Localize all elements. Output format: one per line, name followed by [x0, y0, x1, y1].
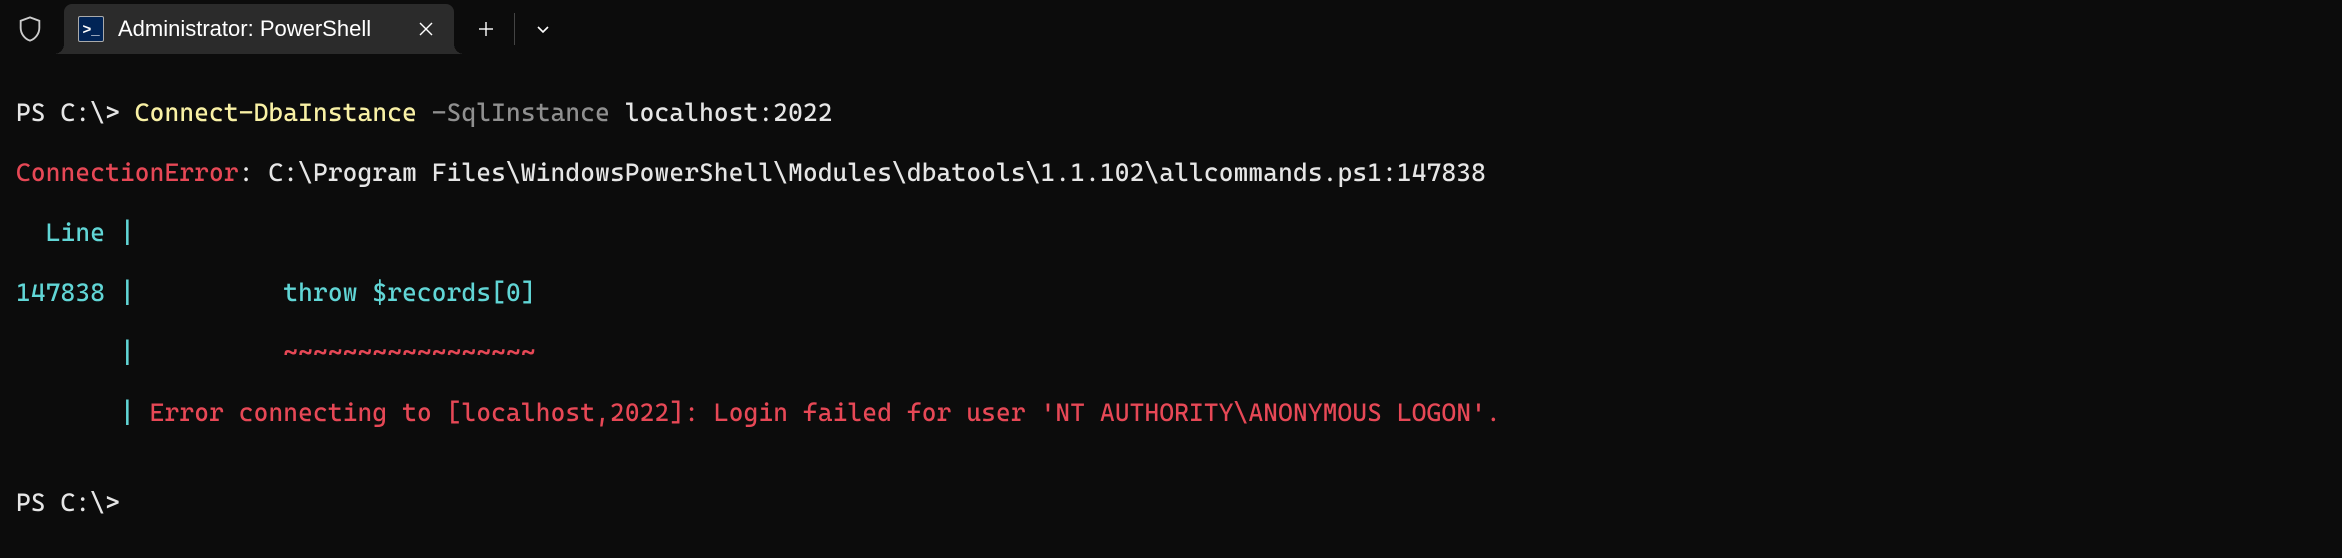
admin-shield-icon [16, 15, 44, 43]
terminal-line: PS C:\> [16, 488, 2326, 518]
prompt: PS C:\> [16, 488, 120, 517]
error-path: C:\Program Files\WindowsPowerShell\Modul… [268, 158, 1486, 187]
tab-title: Administrator: PowerShell [118, 16, 412, 42]
prompt: PS C:\> [16, 98, 135, 127]
terminal-line: | Error connecting to [localhost,2022]: … [16, 398, 2326, 428]
parameter: -SqlInstance [432, 98, 610, 127]
titlebar-button-group [460, 5, 569, 53]
window-titlebar: >_ Administrator: PowerShell [0, 0, 2342, 58]
error-label: ConnectionError [16, 158, 239, 187]
line-number: 147838 [16, 278, 105, 307]
tab-close-button[interactable] [412, 15, 440, 43]
error-message: Error connecting to [localhost,2022]: Lo… [150, 398, 1501, 427]
error-underline: ~~~~~~~~~~~~~~~~~ [283, 338, 535, 367]
tab-powershell[interactable]: >_ Administrator: PowerShell [64, 4, 454, 54]
terminal-line: ConnectionError: C:\Program Files\Window… [16, 158, 2326, 188]
terminal-line: 147838 | throw $records[0] [16, 278, 2326, 308]
terminal-output[interactable]: PS C:\> Connect-DbaInstance -SqlInstance… [0, 58, 2342, 558]
powershell-icon: >_ [78, 16, 104, 42]
argument: localhost:2022 [625, 98, 833, 127]
tab-dropdown-button[interactable] [517, 5, 569, 53]
cmdlet: Connect-DbaInstance [135, 98, 417, 127]
header-line: Line [46, 218, 105, 247]
terminal-line: PS C:\> Connect-DbaInstance -SqlInstance… [16, 98, 2326, 128]
terminal-line: | ~~~~~~~~~~~~~~~~~ [16, 338, 2326, 368]
terminal-line: Line | [16, 218, 2326, 248]
titlebar-divider [514, 13, 515, 45]
new-tab-button[interactable] [460, 5, 512, 53]
error-code: throw $records[0] [283, 278, 535, 307]
